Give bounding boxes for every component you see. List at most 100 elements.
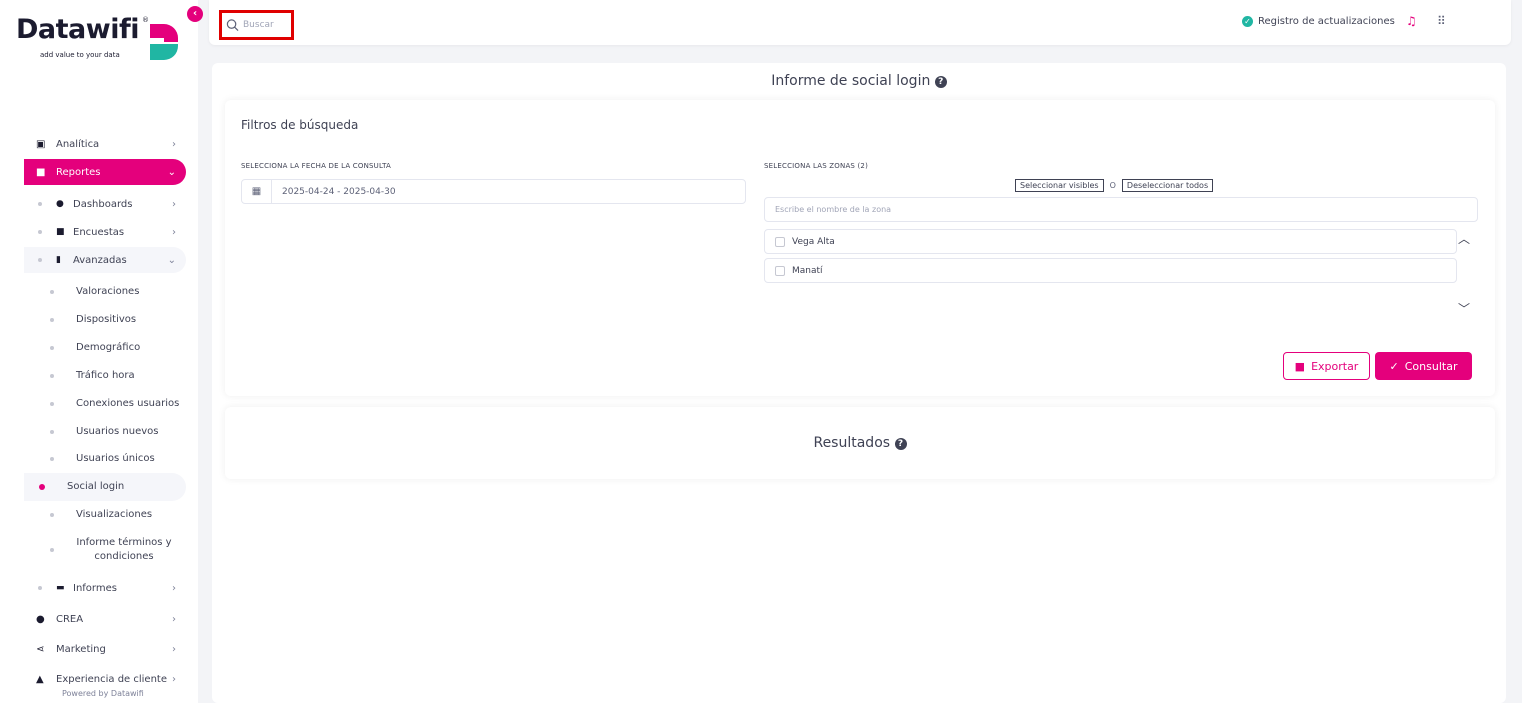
sidebar-item-marketing[interactable]: ⋖ Marketing › <box>24 636 186 662</box>
zone-item[interactable]: Vega Alta <box>764 229 1457 254</box>
scroll-down-icon[interactable]: ﹀ <box>1458 300 1470 317</box>
check-circle-icon: ✓ <box>1242 16 1253 27</box>
select-visible-button[interactable]: Seleccionar visibles <box>1015 179 1104 192</box>
sidebar-item-label: Conexiones usuarios <box>76 398 180 409</box>
bullet-dot <box>38 202 42 206</box>
sidebar-item-label: Dashboards <box>73 198 133 210</box>
sidebar-item-valoraciones[interactable]: Valoraciones <box>24 278 186 306</box>
chevron-right-icon: › <box>172 198 176 210</box>
chevron-down-icon: ⌄ <box>167 254 176 266</box>
sidebar-item-label: Informes <box>73 582 117 594</box>
or-separator: O <box>1109 181 1116 190</box>
sidebar-item-terminos[interactable]: Informe términos y condiciones <box>24 533 186 567</box>
sidebar-item-informes[interactable]: ▬ Informes › <box>24 575 186 601</box>
chevron-right-icon: › <box>172 673 176 685</box>
deselect-all-button[interactable]: Deseleccionar todos <box>1121 179 1214 192</box>
sidebar-item-social-login[interactable]: Social login <box>24 473 186 501</box>
sidebar-item-crea[interactable]: ● CREA › <box>24 606 186 632</box>
sidebar-item-visualizaciones[interactable]: Visualizaciones <box>24 501 186 529</box>
help-icon[interactable]: ? <box>934 76 947 88</box>
bullet-dot <box>50 374 54 378</box>
sidebar-item-usuarios-nuevos[interactable]: Usuarios nuevos <box>24 418 186 446</box>
bullet-dot <box>38 586 42 590</box>
lightbulb-icon: ● <box>36 613 45 625</box>
zone-name: Vega Alta <box>792 236 835 247</box>
file-export-icon: ■ <box>1294 359 1306 373</box>
export-button[interactable]: ■ Exportar <box>1283 352 1370 380</box>
sidebar-collapse-button[interactable]: ‹ <box>187 6 203 22</box>
chevron-left-icon: ‹ <box>192 8 198 19</box>
sidebar-item-analitica[interactable]: ▣ Analítica › <box>24 131 186 157</box>
sidebar-item-label: Usuarios nuevos <box>76 426 159 437</box>
search-box[interactable] <box>219 10 294 40</box>
scroll-up-icon[interactable]: ︿ <box>1458 230 1470 247</box>
sidebar-item-label: Reportes <box>56 166 101 178</box>
datawifi-logo[interactable]: Datawifi ® add value to your data <box>14 10 184 60</box>
date-label: SELECCIONA LA FECHA DE LA CONSULTA <box>241 162 392 170</box>
changelog-label: Registro de actualizaciones <box>1258 16 1395 27</box>
gauge-icon: ● <box>56 199 64 209</box>
bullet-dot <box>50 290 54 294</box>
bullet-dot <box>50 513 54 517</box>
sidebar-item-label: CREA <box>56 613 84 625</box>
sidebar-item-avanzadas[interactable]: ▮ Avanzadas ⌄ <box>24 247 186 273</box>
search-input[interactable] <box>243 20 291 30</box>
sidebar-item-label: Informe términos y condiciones <box>76 537 172 562</box>
sidebar-item-label: Encuestas <box>73 226 125 238</box>
results-title-text: Resultados <box>813 435 891 451</box>
zone-select-controls: Seleccionar visibles O Deseleccionar tod… <box>1015 179 1214 192</box>
chevron-right-icon: › <box>172 643 176 655</box>
chevron-right-icon: › <box>172 138 176 150</box>
bar-chart-icon: ▮ <box>56 255 61 265</box>
logo-wordmark: Datawifi <box>16 14 139 45</box>
bullet-dot <box>50 430 54 434</box>
sidebar-item-reportes[interactable]: ■ Reportes ⌄ <box>24 159 186 185</box>
chevron-right-icon: › <box>172 613 176 625</box>
file-icon: ■ <box>36 166 46 178</box>
zone-item[interactable]: Manatí <box>764 258 1457 283</box>
chevron-down-icon: ⌄ <box>167 166 176 178</box>
chevron-right-icon: › <box>172 582 176 594</box>
filters-title: Filtros de búsqueda <box>241 118 359 132</box>
page-title-text: Informe de social login <box>771 73 931 89</box>
sidebar-item-label: Marketing <box>56 643 106 655</box>
zone-checkbox[interactable] <box>775 265 785 276</box>
sidebar-item-label: Social login <box>67 481 125 492</box>
sidebar-item-dashboards[interactable]: ● Dashboards › <box>24 191 186 217</box>
sidebar-item-label: Dispositivos <box>76 314 137 325</box>
consult-label: Consultar <box>1404 359 1458 373</box>
zone-search-input[interactable]: Escribe el nombre de la zona <box>764 197 1478 222</box>
share-icon: ⋖ <box>36 643 45 655</box>
date-range-field[interactable]: ▦ 2025-04-24 - 2025-04-30 <box>241 179 746 204</box>
sidebar-item-label: Tráfico hora <box>76 370 135 381</box>
bullet-dot <box>50 457 54 461</box>
zones-label: SELECCIONA LAS ZONAS (2) <box>764 162 869 170</box>
sidebar-item-conexiones-usuarios[interactable]: Conexiones usuarios <box>24 390 186 418</box>
apps-grid-icon[interactable]: ⠿ <box>1437 14 1446 28</box>
sidebar-item-usuarios-unicos[interactable]: Usuarios únicos <box>24 445 186 473</box>
sidebar: Datawifi ® add value to your data ‹ ▣ An… <box>0 0 203 703</box>
consult-button[interactable]: ✓ Consultar <box>1375 352 1472 380</box>
sidebar-item-label: Demográfico <box>76 342 141 353</box>
bell-icon[interactable]: ♫ <box>1406 14 1417 28</box>
help-icon[interactable]: ? <box>894 438 907 450</box>
bullet-dot <box>50 402 54 406</box>
changelog-link[interactable]: ✓ Registro de actualizaciones <box>1242 16 1395 27</box>
zone-checkbox[interactable] <box>775 236 785 247</box>
sidebar-item-demografico[interactable]: Demográfico <box>24 334 186 362</box>
sidebar-item-trafico-hora[interactable]: Tráfico hora <box>24 362 186 390</box>
sidebar-item-label: Avanzadas <box>73 254 127 266</box>
sidebar-item-label: Visualizaciones <box>76 509 153 520</box>
sidebar-item-label: Usuarios únicos <box>76 453 155 464</box>
bullet-dot <box>50 548 54 552</box>
thumbs-up-icon: ▲ <box>36 673 44 685</box>
book-icon: ▬ <box>56 583 65 593</box>
bullet-dot <box>50 318 54 322</box>
bullet-dot <box>38 230 42 234</box>
sidebar-item-dispositivos[interactable]: Dispositivos <box>24 306 186 334</box>
bullet-dot <box>50 346 54 350</box>
page-title: Informe de social login ? <box>212 73 1506 89</box>
topbar: ✓ Registro de actualizaciones ♫ ⠿ <box>209 0 1511 45</box>
sidebar-item-encuestas[interactable]: ■ Encuestas › <box>24 219 186 245</box>
search-icon <box>226 19 239 31</box>
